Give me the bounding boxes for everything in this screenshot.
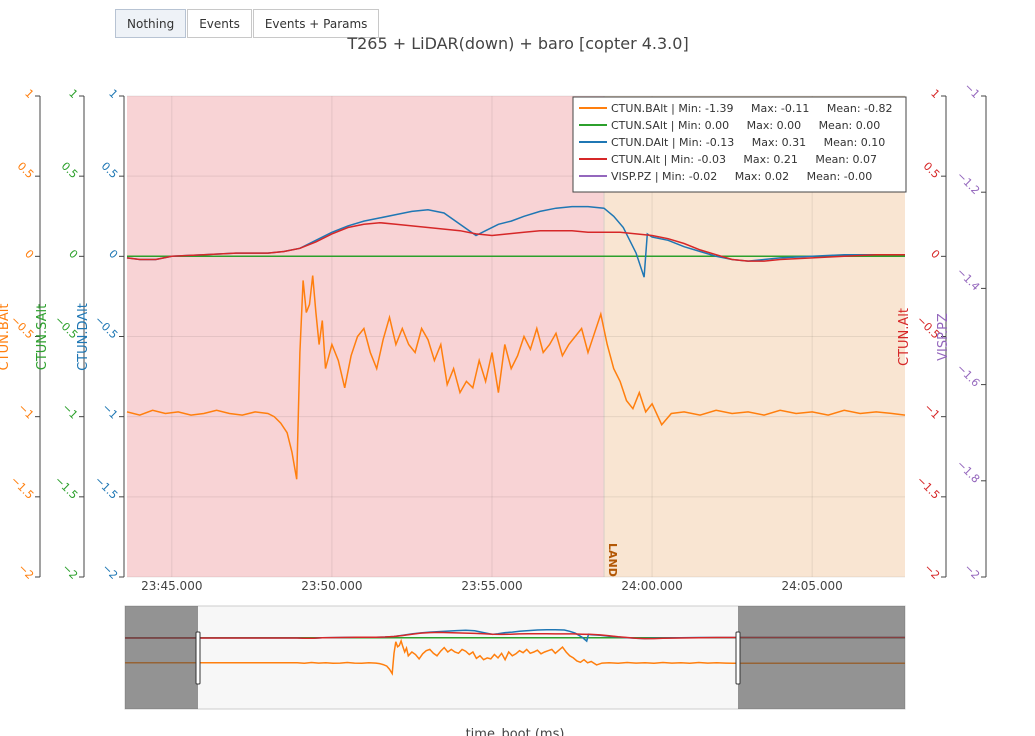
- y-tick-label: −2: [16, 561, 37, 582]
- range-mask-right: [738, 606, 905, 709]
- y-tick-label: −2: [962, 561, 983, 582]
- legend[interactable]: CTUN.BAlt | Min: -1.39 Max: -0.11 Mean: …: [572, 96, 907, 193]
- event-label: LAND: [606, 543, 619, 577]
- y-axis-visp-pz-title: VISP.PZ: [936, 313, 951, 361]
- x-tick-label: 23:55.000: [461, 579, 522, 593]
- x-tick-label: 23:50.000: [301, 579, 362, 593]
- y-tick-label: 0: [22, 247, 36, 261]
- y-axis-ctun-alt-title: CTUN.Alt: [897, 308, 912, 366]
- y-tick-label: −2: [100, 561, 121, 582]
- y-axis-ctun-salt-title: CTUN.SAlt: [35, 304, 50, 371]
- range-mask-left: [125, 606, 198, 709]
- y-tick-label: −1.8: [954, 458, 982, 486]
- range-slider[interactable]: [124, 605, 906, 710]
- y-tick-label: 0.5: [15, 160, 37, 182]
- range-handle-right[interactable]: [735, 631, 741, 685]
- legend-item[interactable]: CTUN.SAlt | Min: 0.00 Max: 0.00 Mean: 0.…: [611, 119, 880, 132]
- y-tick-label: −1.5: [52, 474, 80, 502]
- y-tick-label: −1.5: [8, 474, 36, 502]
- y-axis-ctun-balt-title: CTUN.BAlt: [0, 304, 12, 371]
- y-tick-label: −0.5: [8, 313, 36, 341]
- y-tick-label: 0: [106, 247, 120, 261]
- y-tick-label: 1: [928, 87, 942, 101]
- x-tick-label: 23:45.000: [141, 579, 202, 593]
- legend-item[interactable]: CTUN.Alt | Min: -0.03 Max: 0.21 Mean: 0.…: [611, 153, 877, 166]
- y-tick-label: −1.6: [954, 361, 982, 389]
- legend-item[interactable]: VISP.PZ | Min: -0.02 Max: 0.02 Mean: -0.…: [611, 170, 872, 183]
- y-tick-label: 1: [106, 87, 120, 101]
- y-tick-label: −0.5: [92, 313, 120, 341]
- y-tick-label: −1: [16, 401, 37, 422]
- y-tick-label: −1.5: [914, 474, 942, 502]
- y-tick-label: 0.5: [99, 160, 121, 182]
- y-tick-label: −2: [60, 561, 81, 582]
- legend-item[interactable]: CTUN.BAlt | Min: -1.39 Max: -0.11 Mean: …: [611, 102, 893, 115]
- range-handle-left[interactable]: [195, 631, 201, 685]
- y-tick-label: 1: [22, 87, 36, 101]
- legend-item[interactable]: CTUN.DAlt | Min: -0.13 Max: 0.31 Mean: 0…: [611, 136, 885, 149]
- altitude-chart: T265 + LiDAR(down) + baro [copter 4.3.0]…: [0, 34, 987, 736]
- x-tick-label: 24:00.000: [621, 579, 682, 593]
- y-tick-label: −1: [922, 401, 943, 422]
- y-tick-label: −1: [962, 80, 983, 101]
- y-tick-label: 0.5: [59, 160, 81, 182]
- y-tick-label: 0: [66, 247, 80, 261]
- y-tick-label: −1.2: [954, 169, 982, 197]
- chart-title: T265 + LiDAR(down) + baro [copter 4.3.0]: [346, 34, 688, 53]
- x-axis-title: time_boot (ms): [466, 727, 565, 736]
- y-tick-label: −1.5: [92, 474, 120, 502]
- y-tick-label: −1.4: [954, 265, 982, 293]
- y-tick-label: 0: [928, 247, 942, 261]
- x-tick-label: 24:05.000: [781, 579, 842, 593]
- y-axis-ctun-dalt-title: CTUN.DAlt: [76, 303, 91, 371]
- y-tick-label: −1: [100, 401, 121, 422]
- y-tick-label: −2: [922, 561, 943, 582]
- y-tick-label: −1: [60, 401, 81, 422]
- y-tick-label: 0.5: [921, 160, 943, 182]
- y-tick-label: 1: [66, 87, 80, 101]
